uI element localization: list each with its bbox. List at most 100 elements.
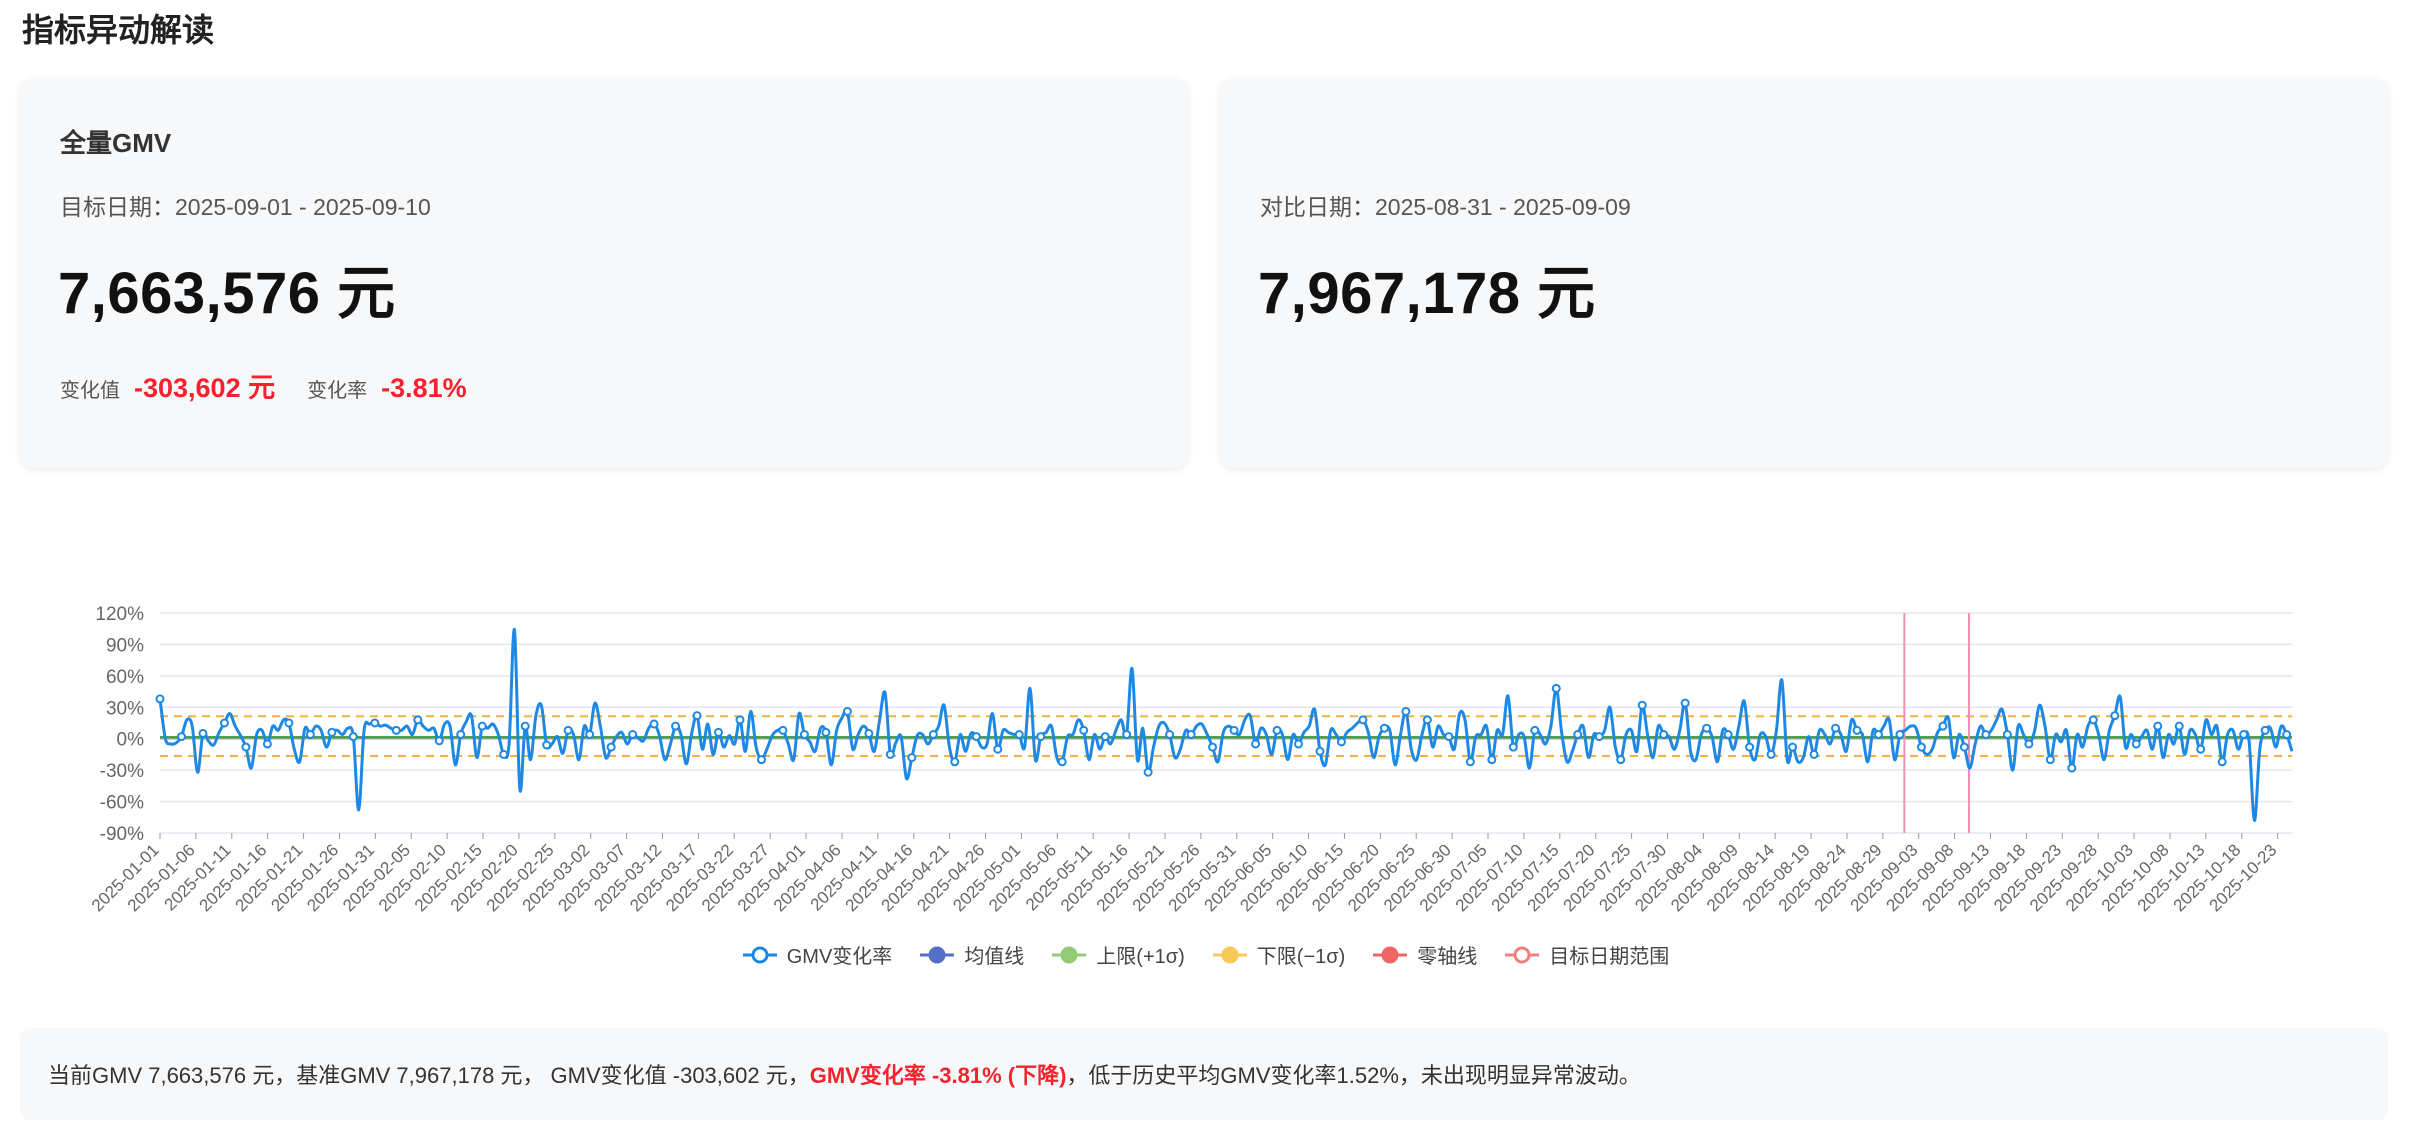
y-tick-label: 30% [106, 698, 144, 719]
legend-item[interactable]: 目标日期范围 [1503, 940, 1669, 969]
data-point [628, 730, 638, 740]
legend-swatch-icon [1505, 946, 1540, 963]
legend-item[interactable]: 零轴线 [1371, 940, 1477, 969]
data-point [1637, 700, 1647, 710]
summary-suffix: ，低于历史平均GMV变化率1.52%，未出现明显异常波动。 [1066, 1063, 1641, 1088]
data-point [520, 721, 530, 731]
compare-date-range: 2025-08-31 - 2025-09-09 [1375, 194, 1631, 220]
summary-box: 当前GMV 7,663,576 元，基准GMV 7,967,178 元， GMV… [20, 1028, 2388, 1120]
data-point [2024, 739, 2034, 749]
data-point [1208, 742, 1218, 752]
target-date-label: 目标日期： [60, 194, 175, 220]
legend-label: 上限(+1σ) [1096, 946, 1185, 968]
data-point [1852, 725, 1862, 735]
legend-item[interactable]: 下限(−1σ) [1211, 940, 1345, 969]
data-point [1165, 730, 1175, 740]
data-point [2282, 730, 2292, 740]
data-point [1766, 749, 1776, 759]
data-point [413, 715, 423, 725]
legend-swatch-icon [1373, 946, 1408, 963]
data-point [1508, 742, 1518, 752]
summary-prefix: 当前GMV 7,663,576 元，基准GMV 7,967,178 元， GMV… [48, 1063, 810, 1088]
data-point [1100, 732, 1110, 742]
legend-swatch-icon [1052, 946, 1087, 963]
data-point [606, 742, 616, 752]
legend-swatch-icon [742, 946, 777, 963]
data-point [542, 740, 552, 750]
data-point [1293, 739, 1303, 749]
data-point [692, 711, 702, 721]
data-point [799, 730, 809, 740]
data-point [1959, 742, 1969, 752]
data-point [176, 732, 186, 742]
data-point [1981, 730, 1991, 740]
data-point [1745, 742, 1755, 752]
data-point [2088, 715, 2098, 725]
data-point [1723, 730, 1733, 740]
data-point [585, 730, 595, 740]
y-tick-label: 120% [95, 604, 144, 625]
data-point [1444, 732, 1454, 742]
data-point [370, 718, 380, 728]
data-point [1680, 698, 1690, 708]
data-point [2131, 739, 2141, 749]
data-point [1530, 725, 1540, 735]
data-point [1465, 757, 1475, 767]
legend-label: 目标日期范围 [1549, 946, 1670, 968]
legend-swatch-icon [1212, 946, 1247, 963]
metric-name: 全量GMV [60, 128, 172, 158]
data-point [950, 757, 960, 767]
data-point [1122, 730, 1132, 740]
data-point [1186, 730, 1196, 740]
data-point [563, 725, 573, 735]
legend-item[interactable]: 上限(+1σ) [1050, 940, 1185, 969]
data-point [649, 719, 659, 729]
data-point [1358, 715, 1368, 725]
compare-date-line: 对比日期：2025-08-31 - 2025-09-09 [1260, 188, 1631, 222]
chart-legend: GMV变化率 均值线 上限(+1σ) 下限(−1σ) 零轴线 目标日期范围 [0, 940, 2410, 969]
change-rate: -3.81% [381, 373, 467, 403]
y-tick-label: 90% [106, 635, 144, 656]
data-point [1895, 730, 1905, 740]
target-metric-card: 全量GMV 目标日期：2025-09-01 - 2025-09-10 7,663… [20, 78, 1188, 468]
data-point [928, 730, 938, 740]
data-point [434, 736, 444, 746]
data-point [735, 715, 745, 725]
data-point [1938, 721, 1948, 731]
change-row: 变化值 -303,602 元 变化率 -3.81% [60, 366, 499, 405]
data-point [1594, 732, 1604, 742]
legend-label: 零轴线 [1417, 946, 1478, 968]
data-point [284, 718, 294, 728]
data-point [821, 727, 831, 737]
data-point [2067, 763, 2077, 773]
data-point [842, 706, 852, 716]
legend-label: GMV变化率 [786, 946, 893, 968]
data-point [778, 725, 788, 735]
legend-item[interactable]: 均值线 [918, 940, 1024, 969]
gmv-change-rate-chart[interactable]: -90%-60%-30%0%30%60%90%120%2025-01-01202… [0, 580, 2410, 930]
data-point [1573, 730, 1583, 740]
data-point [1702, 723, 1712, 733]
data-point [756, 755, 766, 765]
data-point [864, 728, 874, 738]
data-point [219, 718, 229, 728]
data-point [1251, 739, 1261, 749]
data-point [2239, 730, 2249, 740]
y-tick-label: 60% [106, 667, 144, 688]
data-point [1315, 746, 1325, 756]
data-point [1079, 725, 1089, 735]
data-point [2110, 711, 2120, 721]
data-point [1057, 757, 1067, 767]
legend-swatch-icon [920, 946, 955, 963]
data-point [1659, 730, 1669, 740]
data-point [1487, 755, 1497, 765]
data-point [1272, 725, 1282, 735]
data-point [2153, 721, 2163, 731]
change-rate-label: 变化率 [307, 380, 368, 402]
data-point [477, 721, 487, 731]
legend-item[interactable]: GMV变化率 [741, 940, 893, 969]
compare-date-label: 对比日期： [1260, 194, 1375, 220]
target-date-line: 目标日期：2025-09-01 - 2025-09-10 [60, 188, 431, 222]
data-point [1422, 715, 1432, 725]
y-tick-label: -30% [100, 761, 144, 782]
